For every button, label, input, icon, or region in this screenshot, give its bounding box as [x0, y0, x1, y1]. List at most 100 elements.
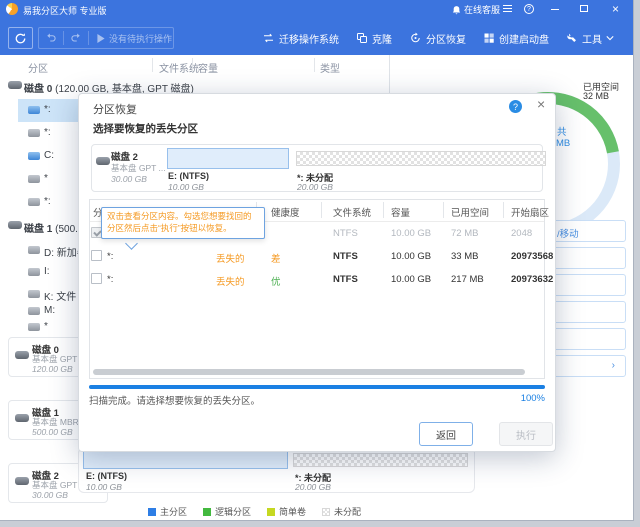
partition-type-legend: 主分区 逻辑分区 简单卷 未分配: [148, 505, 361, 518]
toolbar-tools-label: 工具: [582, 31, 602, 46]
tree-item-label: *: [44, 173, 48, 184]
table-horizontal-scrollbar[interactable]: [93, 369, 525, 375]
partition-label: E: (NTFS): [86, 471, 127, 481]
partition-icon: [28, 323, 40, 331]
dialog-help-icon[interactable]: ?: [509, 100, 522, 113]
column-divider: [503, 202, 504, 218]
partition-icon: [28, 198, 40, 206]
donut-center-line2: MB: [556, 138, 570, 149]
redo-icon: [70, 32, 82, 44]
disk-icon: [8, 221, 22, 229]
disk-map-partition-ntfs[interactable]: [83, 451, 288, 469]
dialog-disk-card: 磁盘 2 基本盘 GPT ... 30.00 GB E: (NTFS) 10.0…: [91, 144, 543, 192]
scan-progress-percent: 100%: [481, 393, 545, 404]
toolbar-clone[interactable]: 克隆: [356, 31, 392, 46]
cell-capacity: 10.00 GB: [391, 274, 431, 285]
row-checkbox[interactable]: [91, 273, 102, 284]
undo-icon: [45, 32, 57, 44]
partition-label: E: (NTFS): [168, 171, 209, 181]
partition-icon: [28, 106, 40, 114]
cell-capacity: 10.00 GB: [391, 251, 431, 262]
pending-operations-label: 没有待执行操作: [109, 32, 172, 45]
donut-center-line1: 共: [557, 124, 567, 138]
partition-icon: [28, 290, 40, 298]
dialog-close-icon[interactable]: ×: [537, 96, 545, 112]
pending-operations-button[interactable]: 没有待执行操作: [89, 32, 172, 45]
disk-map-partition-unallocated[interactable]: [293, 453, 468, 467]
titlebar: 易我分区大师 专业版 在线客服 ? ×: [0, 0, 633, 18]
partition-size: 20.00 GB: [295, 482, 331, 492]
maximize-button[interactable]: [580, 5, 588, 12]
column-divider: [443, 202, 444, 218]
help-icon[interactable]: ?: [524, 4, 534, 14]
tree-item-label: *:: [44, 104, 51, 115]
simple-volume-swatch: [267, 508, 275, 516]
partition-icon: [28, 246, 40, 254]
column-divider: [192, 58, 193, 72]
disk-icon: [15, 351, 29, 359]
column-header-capacity: 容量: [198, 60, 218, 75]
online-support-label: 在线客服: [464, 3, 500, 16]
cell-start-sector: 20973568: [511, 251, 553, 262]
partition-icon: [28, 307, 40, 315]
dialog-map-partition-unallocated[interactable]: [296, 151, 546, 166]
table-header-health: 健康度: [271, 205, 300, 219]
toolbar-tools[interactable]: 工具: [566, 31, 614, 46]
tree-item-label: *:: [44, 196, 51, 207]
partition-recovery-dialog: 分区恢复 ? × 选择要恢复的丢失分区 磁盘 2 基本盘 GPT ... 30.…: [78, 93, 556, 452]
tree-item-label: M:: [44, 305, 55, 316]
menu-icon[interactable]: [503, 5, 512, 12]
cell-used-space: 217 MB: [451, 274, 484, 285]
column-header-partition: 分区: [28, 60, 48, 75]
disk-icon: [8, 81, 22, 89]
cell-status: 丢失的: [216, 274, 245, 288]
column-divider: [314, 58, 315, 72]
table-row[interactable]: *: 丢失的 差 NTFS 10.00 GB 33 MB 20973568: [90, 245, 544, 268]
dialog-disk-size: 30.00 GB: [111, 174, 147, 184]
table-row[interactable]: *: 丢失的 优 NTFS 10.00 GB 217 MB 20973632: [90, 268, 544, 291]
scan-status-text: 扫描完成。请选择想要恢复的丢失分区。: [89, 393, 260, 407]
bootable-disk-icon: [483, 32, 495, 44]
row-checkbox[interactable]: [91, 250, 102, 261]
app-title: 易我分区大师 专业版: [23, 4, 107, 17]
partition-icon: [28, 129, 40, 137]
partition-size: 20.00 GB: [297, 182, 333, 192]
toolbar-migrate-os[interactable]: 迁移操作系统: [262, 31, 339, 46]
cell-partition: *:: [107, 274, 113, 285]
dialog-map-partition-ntfs[interactable]: [167, 148, 289, 169]
online-support-button[interactable]: 在线客服: [452, 3, 500, 16]
toolbar-create-bootable-disk[interactable]: 创建启动盘: [483, 31, 549, 46]
column-divider: [321, 202, 322, 218]
toolbar-partition-recovery[interactable]: 分区恢复: [409, 31, 466, 46]
cell-partition: *:: [107, 251, 113, 262]
refresh-button[interactable]: [8, 27, 33, 49]
partition-icon: [28, 175, 40, 183]
disk-card-size: 120.00 GB: [32, 364, 73, 374]
column-divider: [383, 202, 384, 218]
app-logo-icon: [6, 3, 18, 15]
legend-label: 逻辑分区: [215, 505, 251, 518]
legend-logical-partition: 逻辑分区: [203, 505, 251, 518]
partition-icon: [28, 152, 40, 160]
tree-item-label: C:: [44, 150, 54, 161]
disk-icon: [96, 157, 110, 165]
redo-button[interactable]: [64, 32, 88, 44]
app-window: 易我分区大师 专业版 在线客服 ? ×: [0, 0, 634, 521]
action-button-label: /移动: [557, 226, 579, 240]
bell-icon: [452, 5, 461, 15]
migrate-os-icon: [262, 32, 275, 44]
disk-icon: [15, 414, 29, 422]
minimize-button[interactable]: [551, 9, 559, 10]
dialog-disk-name: 磁盘 2: [111, 149, 138, 163]
chevron-right-icon: ›: [612, 360, 615, 371]
close-button[interactable]: ×: [612, 2, 619, 16]
legend-label: 未分配: [334, 505, 361, 518]
legend-label: 简单卷: [279, 505, 306, 518]
chevron-down-icon: [606, 35, 614, 41]
primary-partition-swatch: [148, 508, 156, 516]
table-scrollbar-track[interactable]: [389, 55, 390, 93]
back-button[interactable]: 返回: [419, 422, 473, 446]
execute-button[interactable]: 执行: [499, 422, 553, 446]
unallocated-swatch: [322, 508, 330, 516]
undo-button[interactable]: [39, 32, 63, 44]
